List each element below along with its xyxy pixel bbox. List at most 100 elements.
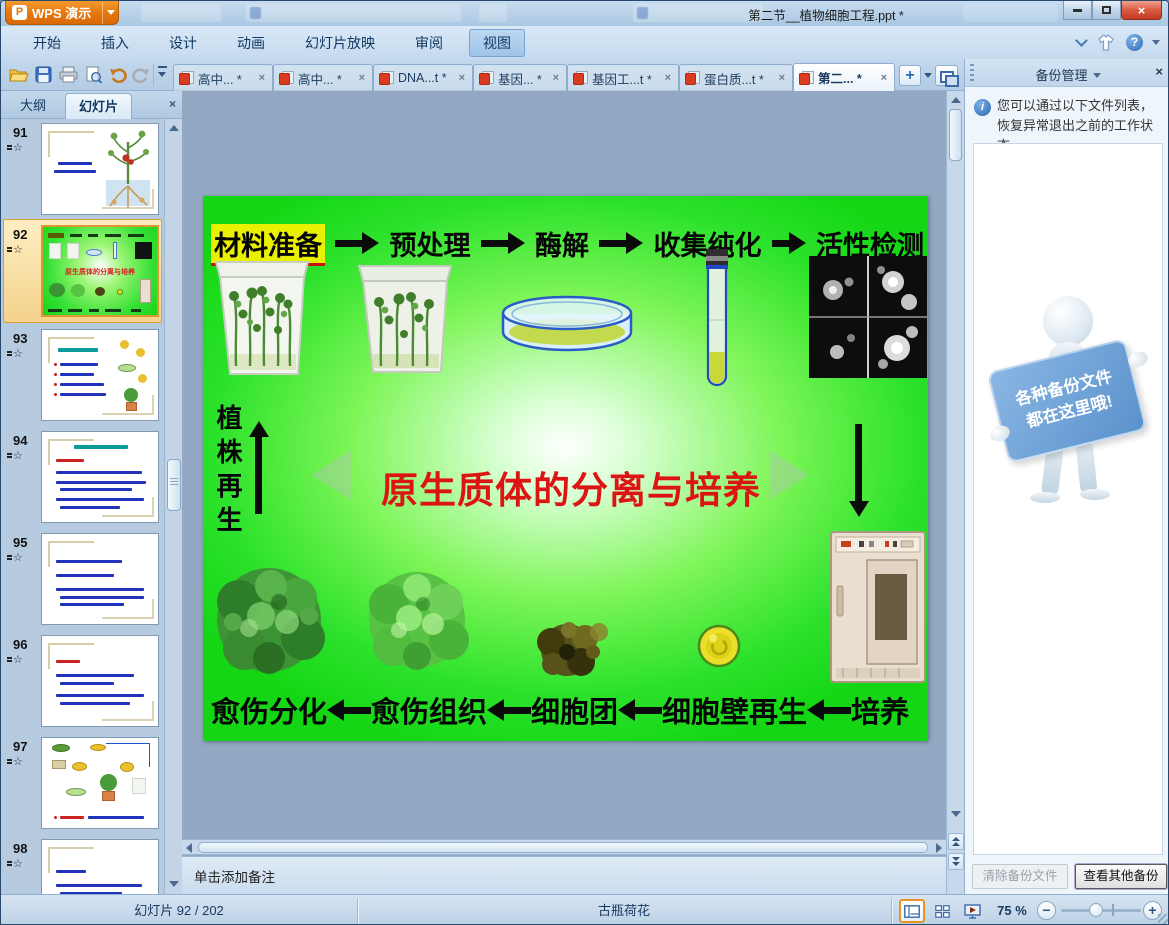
slide-thumbnail-92-selected[interactable]: 92 原生质体的分离与培养 [1,225,164,325]
slide-thumbnail-94[interactable]: 94 [1,431,164,531]
vertical-scrollbar[interactable] [946,91,964,894]
tab-outline[interactable]: 大纲 [7,93,59,119]
flow-step-enzymolysis: 酶解 [535,230,589,262]
document-tab[interactable]: 高中... * × [173,64,273,91]
ghost-window-artifact [246,4,461,22]
print-button[interactable] [57,63,80,86]
document-tab-active[interactable]: 第二... * × [793,63,895,91]
sidebar-scrollbar-thumb[interactable] [167,459,181,511]
flow-step-cell-wall-regeneration: 细胞壁再生 [662,695,808,729]
backup-panel-title[interactable]: 备份管理 [965,65,1168,84]
test-tube-photo [706,249,728,387]
notes-placeholder: 单击添加备注 [194,870,275,885]
close-tab-icon[interactable]: × [776,72,788,84]
left-arrow [823,706,852,714]
document-tab[interactable]: 蛋白质...t * × [679,64,793,91]
undo-button[interactable] [107,63,130,86]
open-file-button[interactable] [7,63,30,86]
horizontal-scrollbar-thumb[interactable] [198,842,928,853]
next-slide-button[interactable] [948,853,964,870]
document-tab[interactable]: 高中... * × [273,64,373,91]
vertical-scrollbar-thumb[interactable] [949,109,962,161]
slide-canvas[interactable]: 材料准备 预处理 酶解 收集纯化 活性检测 植株再生 原生质体的分离与培养 愈伤… [203,196,928,741]
scroll-down-icon[interactable] [949,807,963,821]
skin-shirt-icon[interactable] [1095,34,1117,51]
slide-thumbnail-96[interactable]: 96 [1,635,164,735]
left-arrow [343,706,372,714]
collapse-ribbon-icon[interactable] [1075,34,1088,47]
ppt-file-icon [573,71,588,85]
close-tab-icon[interactable]: × [456,72,468,84]
slide-sorter-view-button[interactable] [929,899,955,923]
close-button[interactable]: × [1121,1,1162,20]
save-button[interactable] [32,63,55,86]
menu-item-animation[interactable]: 动画 [223,29,279,57]
horizontal-scrollbar[interactable] [182,839,946,855]
toolbar-options-button[interactable] [157,66,170,82]
document-tab[interactable]: DNA...t * × [373,64,473,91]
tab-list-caret-icon[interactable] [924,73,932,78]
view-other-backups-button[interactable]: 查看其他备份 [1075,864,1167,889]
sidebar-scrollbar[interactable] [164,119,182,894]
close-sidebar-icon[interactable]: × [169,97,176,111]
slide-center-title: 原生质体的分离与培养 [381,468,761,512]
printer-icon [59,66,78,83]
flow-step-pretreatment: 预处理 [389,230,471,262]
wps-app-button[interactable]: P WPS 演示 [5,1,119,25]
arrange-windows-button[interactable] [935,65,959,87]
scroll-down-icon[interactable] [167,877,180,890]
print-preview-button[interactable] [82,63,105,86]
zoom-slider-thumb[interactable] [1089,903,1103,917]
protoplast-cell-photo [697,624,741,668]
new-tab-button[interactable]: + [899,65,921,86]
more-options-caret-icon[interactable] [1152,40,1160,45]
thumbnail-image [41,533,159,625]
slide-thumbnail-93[interactable]: 93 [1,329,164,429]
menu-item-review[interactable]: 审阅 [401,29,457,57]
sidebar-tab-bar: 大纲 幻灯片 × [1,91,182,119]
slide-editing-area: 材料准备 预处理 酶解 收集纯化 活性检测 植株再生 原生质体的分离与培养 愈伤… [182,91,946,894]
document-tab[interactable]: 基因... * × [473,64,567,91]
slideshow-button[interactable] [959,899,985,923]
notes-pane[interactable]: 单击添加备注 [182,856,946,894]
document-tab[interactable]: 基因工...t * × [567,64,679,91]
left-arrow [634,706,663,714]
normal-view-button[interactable] [899,899,925,923]
slide-thumbnail-95[interactable]: 95 [1,533,164,633]
close-tab-icon[interactable]: × [550,72,562,84]
close-panel-icon[interactable]: × [1155,64,1163,79]
menu-item-slideshow[interactable]: 幻灯片放映 [291,29,389,57]
scroll-up-icon[interactable] [167,121,180,134]
close-tab-icon[interactable]: × [662,72,674,84]
menu-item-view[interactable]: 视图 [469,28,525,57]
close-tab-icon[interactable]: × [356,72,368,84]
app-menu-dropdown[interactable] [102,1,118,24]
close-tab-icon[interactable]: × [878,72,890,84]
slide-panel-sidebar: 大纲 幻灯片 × 91 ☆ 92 ☆ 原生质体的分离与培养 93 ☆ 94 ☆ … [1,91,182,894]
down-arrow [855,424,862,502]
scroll-right-icon[interactable] [936,843,942,853]
backup-file-list[interactable]: 各种备份文件 都在这里哦! [973,143,1163,855]
clear-backup-button: 清除备份文件 [972,864,1068,889]
previous-slide-button[interactable] [948,833,964,850]
slide-thumbnail-91[interactable]: 91 [1,123,164,223]
window-resize-grip[interactable] [1158,914,1168,924]
menu-item-home[interactable]: 开始 [19,29,75,57]
tab-slides[interactable]: 幻灯片 [65,93,133,119]
zoom-out-button[interactable]: − [1037,901,1056,920]
maximize-button[interactable] [1092,1,1121,20]
redo-button[interactable] [129,63,152,86]
menu-item-insert[interactable]: 插入 [87,29,143,57]
scroll-up-icon[interactable] [949,93,963,107]
print-preview-icon [86,66,102,84]
thumbnail-image [41,737,159,829]
minimize-button[interactable] [1063,1,1092,20]
slide-thumbnail-98[interactable]: 98 [1,839,164,894]
help-icon[interactable]: ? [1126,34,1143,51]
close-tab-icon[interactable]: × [256,72,268,84]
mascot-foot [1080,489,1110,500]
zoom-level: 75 % [997,903,1027,918]
slide-thumbnail-97[interactable]: 97 [1,737,164,837]
menu-item-design[interactable]: 设计 [155,29,211,57]
scroll-left-icon[interactable] [186,843,192,853]
